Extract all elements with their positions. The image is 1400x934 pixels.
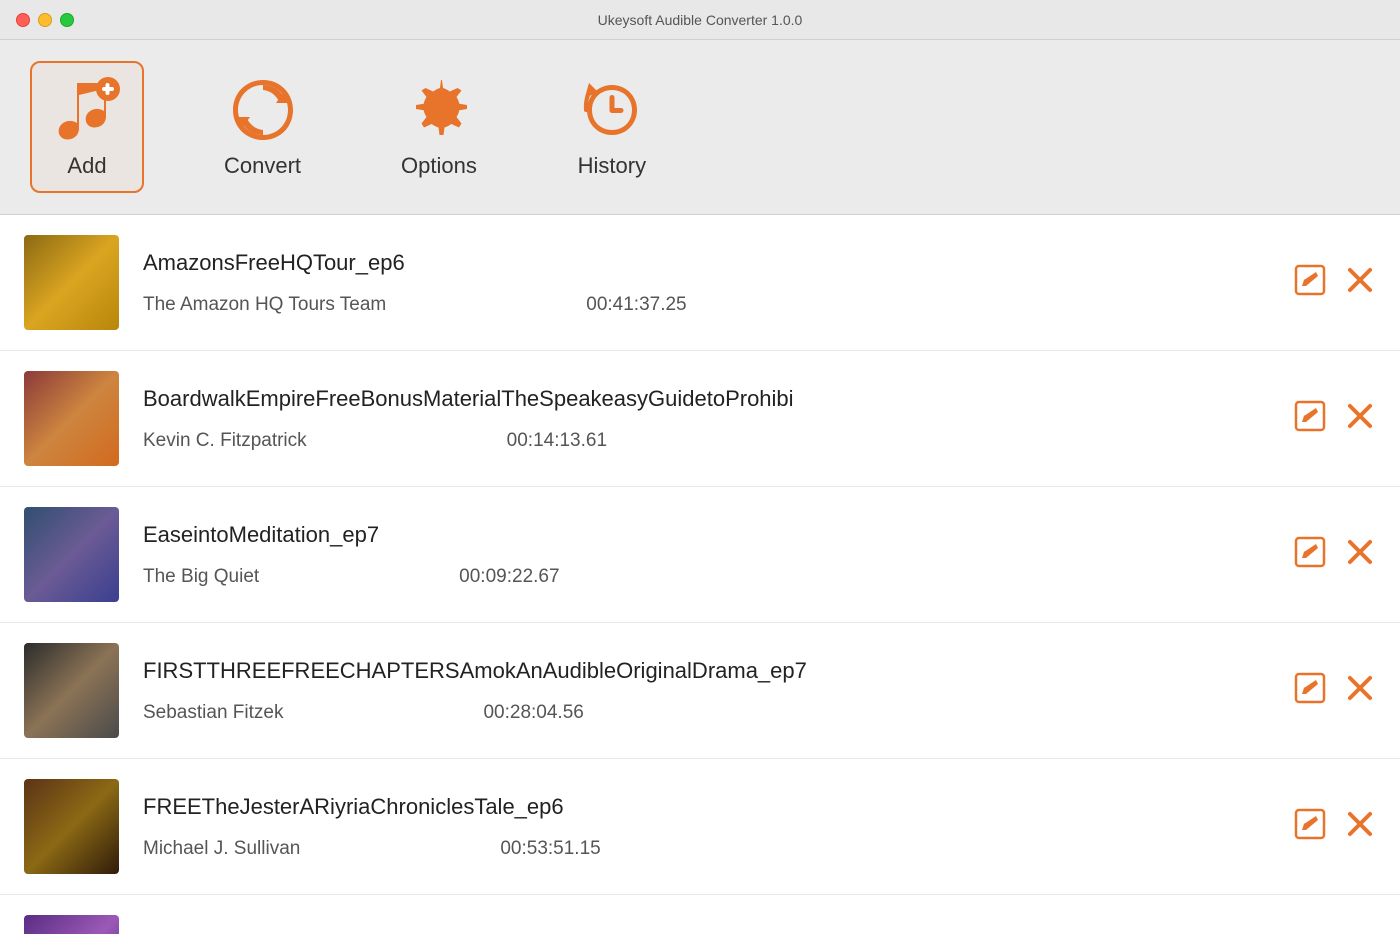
add-music-icon — [52, 75, 122, 145]
delete-button[interactable] — [1344, 264, 1376, 302]
item-info: EaseintoMeditation_ep7 The Big Quiet 00:… — [143, 522, 1264, 588]
item-duration: 00:14:13.61 — [507, 430, 607, 452]
options-icon — [404, 75, 474, 145]
item-title: FIRSTTHREEFREECHAPTERSAmokAnAudibleOrigi… — [143, 658, 1264, 684]
options-label: Options — [401, 153, 477, 179]
item-title: BoardwalkEmpireFreeBonusMaterialTheSpeak… — [143, 386, 1264, 412]
item-title: EaseintoMeditation_ep7 — [143, 522, 1264, 548]
thumbnail — [24, 507, 119, 602]
item-duration: 00:28:04.56 — [483, 702, 583, 724]
history-label: History — [578, 153, 646, 179]
item-title: AmazonsFreeHQTour_ep6 — [143, 250, 1264, 276]
delete-button[interactable] — [1344, 672, 1376, 710]
list-item: FIRSTTHREEFREECHAPTERSAmokAnAudibleOrigi… — [0, 623, 1400, 759]
delete-button[interactable] — [1344, 808, 1376, 846]
add-label: Add — [67, 153, 106, 179]
item-author: The Big Quiet — [143, 566, 259, 588]
item-title: FREETheJesterARiyriaChroniclesTale_ep6 — [143, 794, 1264, 820]
delete-button[interactable] — [1344, 400, 1376, 438]
minimize-button[interactable] — [38, 13, 52, 27]
item-info: AmazonsFreeHQTour_ep6 The Amazon HQ Tour… — [143, 250, 1264, 316]
thumbnail — [24, 915, 119, 934]
list-item: BoardwalkEmpireFreeBonusMaterialTheSpeak… — [0, 351, 1400, 487]
edit-button[interactable] — [1294, 808, 1326, 846]
convert-icon — [228, 75, 298, 145]
item-author: Michael J. Sullivan — [143, 838, 300, 860]
thumbnail-image — [24, 507, 119, 602]
item-info: BoardwalkEmpireFreeBonusMaterialTheSpeak… — [143, 386, 1264, 452]
item-author: The Amazon HQ Tours Team — [143, 294, 386, 316]
item-title: SophieDahlAudibleSessionsFREEExclusiveIn… — [143, 930, 1264, 934]
toolbar-history-button[interactable]: History — [557, 63, 667, 191]
thumbnail — [24, 779, 119, 874]
item-meta: Kevin C. Fitzpatrick 00:14:13.61 — [143, 430, 1264, 452]
item-info: FIRSTTHREEFREECHAPTERSAmokAnAudibleOrigi… — [143, 658, 1264, 724]
thumbnail — [24, 371, 119, 466]
thumbnail-image — [24, 779, 119, 874]
thumbnail — [24, 235, 119, 330]
history-icon — [577, 75, 647, 145]
edit-button[interactable] — [1294, 400, 1326, 438]
item-author: Kevin C. Fitzpatrick — [143, 430, 307, 452]
item-meta: Sebastian Fitzek 00:28:04.56 — [143, 702, 1264, 724]
edit-button[interactable] — [1294, 672, 1326, 710]
thumbnail-image — [24, 371, 119, 466]
edit-button[interactable] — [1294, 536, 1326, 574]
item-actions — [1294, 808, 1376, 846]
close-button[interactable] — [16, 13, 30, 27]
toolbar: Add Convert Options History — [0, 40, 1400, 215]
item-meta: The Big Quiet 00:09:22.67 — [143, 566, 1264, 588]
toolbar-options-button[interactable]: Options — [381, 63, 497, 191]
item-author: Sebastian Fitzek — [143, 702, 283, 724]
thumbnail-image — [24, 915, 119, 934]
edit-button[interactable] — [1294, 264, 1326, 302]
list-item: AmazonsFreeHQTour_ep6 The Amazon HQ Tour… — [0, 215, 1400, 351]
item-actions — [1294, 672, 1376, 710]
item-duration: 00:53:51.15 — [500, 838, 600, 860]
item-duration: 00:09:22.67 — [459, 566, 559, 588]
item-info: FREETheJesterARiyriaChroniclesTale_ep6 M… — [143, 794, 1264, 860]
thumbnail — [24, 643, 119, 738]
thumbnail-image — [24, 235, 119, 330]
item-meta: The Amazon HQ Tours Team 00:41:37.25 — [143, 294, 1264, 316]
item-duration: 00:41:37.25 — [586, 294, 686, 316]
toolbar-convert-button[interactable]: Convert — [204, 63, 321, 191]
item-actions — [1294, 536, 1376, 574]
content-list: AmazonsFreeHQTour_ep6 The Amazon HQ Tour… — [0, 215, 1400, 934]
item-actions — [1294, 400, 1376, 438]
item-info: SophieDahlAudibleSessionsFREEExclusiveIn… — [143, 930, 1264, 934]
list-item: EaseintoMeditation_ep7 The Big Quiet 00:… — [0, 487, 1400, 623]
title-bar: Ukeysoft Audible Converter 1.0.0 — [0, 0, 1400, 40]
convert-label: Convert — [224, 153, 301, 179]
delete-button[interactable] — [1344, 536, 1376, 574]
traffic-lights — [16, 13, 74, 27]
list-item: FREETheJesterARiyriaChroniclesTale_ep6 M… — [0, 759, 1400, 895]
item-actions — [1294, 264, 1376, 302]
thumbnail-image — [24, 643, 119, 738]
window-title: Ukeysoft Audible Converter 1.0.0 — [598, 12, 803, 28]
item-meta: Michael J. Sullivan 00:53:51.15 — [143, 838, 1264, 860]
toolbar-add-button[interactable]: Add — [30, 61, 144, 193]
maximize-button[interactable] — [60, 13, 74, 27]
list-item: SophieDahlAudibleSessionsFREEExclusiveIn… — [0, 895, 1400, 934]
